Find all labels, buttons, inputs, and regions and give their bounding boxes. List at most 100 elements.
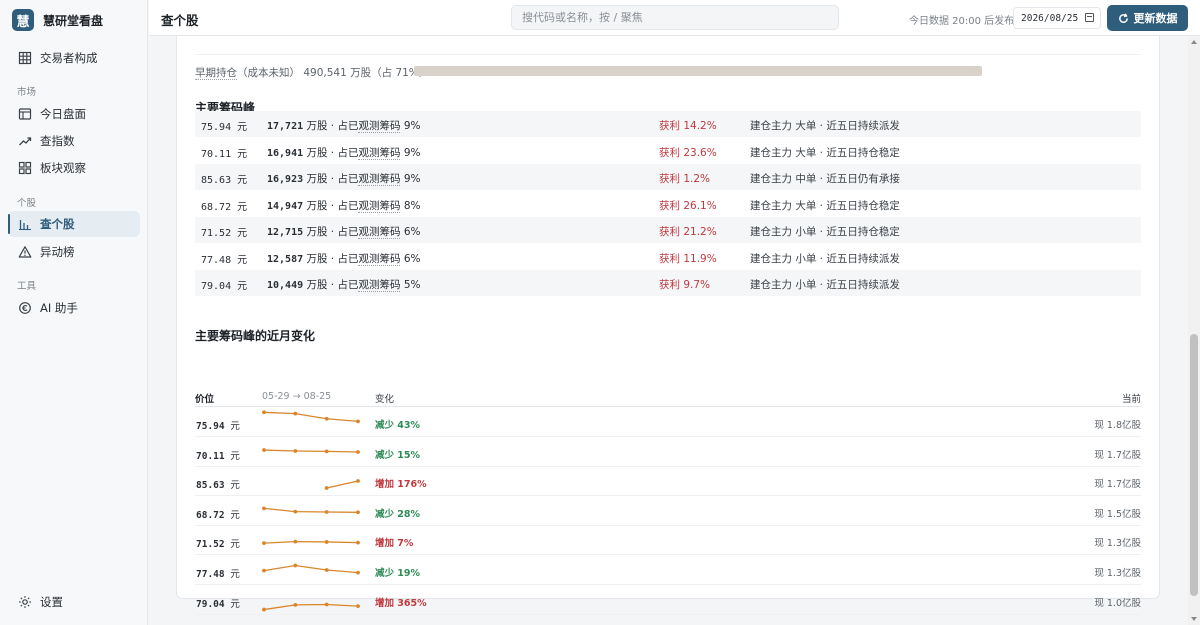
peak-shares: 16,941 万股 · 占已观测筹码 9% xyxy=(267,145,421,160)
sidebar-item-today[interactable]: 今日盘面 xyxy=(8,101,140,127)
change-row: 71.52 元 增加 7% 现 1.3亿股 xyxy=(195,525,1141,556)
trend-point xyxy=(324,449,329,453)
change-price-value: 75.94 xyxy=(196,421,225,432)
sidebar-item-sector[interactable]: 板块观察 xyxy=(8,155,140,181)
peak-price-value: 68.72 xyxy=(201,201,232,213)
scroll-down-arrow[interactable] xyxy=(1191,617,1197,621)
col-price: 价位 xyxy=(195,394,215,405)
peak-price-value: 75.94 xyxy=(201,122,232,133)
blocks-icon xyxy=(18,161,32,175)
peak-price: 79.04 元 xyxy=(201,277,247,292)
peak-row: 75.94 元 17,721 万股 · 占已观测筹码 9% 获利 14.2% 建仓主力… xyxy=(195,111,1141,137)
peak-price-unit: 元 xyxy=(237,201,248,213)
change-price-value: 68.72 xyxy=(196,509,225,521)
change-price-value: 77.48 xyxy=(196,569,225,580)
sidebar-item-settings[interactable]: 设置 xyxy=(8,589,140,615)
peak-pct: 9% xyxy=(403,146,421,159)
peak-shares: 17,721 万股 · 占已观测筹码 9% xyxy=(267,118,421,133)
peak-shares-value: 14,947 xyxy=(267,200,304,212)
sidebar-item-label: 板块观察 xyxy=(40,161,86,175)
divider xyxy=(195,54,1141,55)
trend-line xyxy=(263,411,359,423)
peak-price: 68.72 元 xyxy=(201,198,247,213)
search-input[interactable] xyxy=(511,5,839,30)
change-price-unit: 元 xyxy=(230,539,240,551)
change-value: 减少 43% xyxy=(375,420,421,431)
peak-shares-value: 12,715 xyxy=(267,227,304,238)
sidebar-item-ai[interactable]: AI 助手 xyxy=(8,295,140,321)
refresh-icon xyxy=(1118,12,1128,23)
trend-up-icon xyxy=(19,137,32,146)
peak-shares-unit: 万股 · 占已 xyxy=(306,199,359,212)
page-title: 查个股 xyxy=(161,13,199,28)
trend-point xyxy=(262,607,266,612)
peak-shares-unit: 万股 · 占已 xyxy=(306,252,359,265)
scrollbar[interactable] xyxy=(1188,36,1200,625)
date-picker[interactable]: 2026/08/25 xyxy=(1013,7,1101,29)
early-holdings-bar xyxy=(414,66,982,76)
scroll-up-arrow[interactable] xyxy=(1191,40,1197,44)
peak-price-unit: 元 xyxy=(237,254,248,266)
peak-obs-term: 观测筹码 xyxy=(358,199,401,213)
trend-sparkline xyxy=(262,447,360,454)
change-current: 现 1.7亿股 xyxy=(1094,479,1141,491)
trend-point xyxy=(324,486,329,491)
trend-point xyxy=(262,541,266,546)
trend-line xyxy=(263,541,359,545)
stock-detail-card: 早期持仓（成本未知） 490,541 万股（占 71%） 主要筹码峰 75.94… xyxy=(176,36,1160,615)
change-row: 70.11 元 减少 15% 现 1.7亿股 xyxy=(195,437,1141,467)
change-value: 增加 7% xyxy=(375,538,414,550)
peak-shares: 14,947 万股 · 占已观测筹码 8% xyxy=(267,198,421,213)
change-price-unit: 元 xyxy=(230,450,240,462)
calendar-icon xyxy=(1085,13,1094,22)
trend-point xyxy=(356,570,360,575)
scroll-thumb[interactable] xyxy=(1190,334,1198,596)
sidebar-item-index[interactable]: 查指数 xyxy=(8,128,140,154)
changes-section-title: 主要筹码峰的近月变化 xyxy=(195,329,316,343)
sidebar-item-label: 异动榜 xyxy=(40,245,75,259)
change-value: 减少 15% xyxy=(375,449,421,461)
sidebar-item-traders[interactable]: 交易者构成 xyxy=(8,45,140,71)
change-value: 增加 176% xyxy=(375,479,427,491)
early-holdings-label: 早期持仓 xyxy=(195,67,237,80)
peak-price-value: 71.52 xyxy=(201,228,232,239)
peak-obs-term: 观测筹码 xyxy=(358,146,401,160)
trend-sparkline xyxy=(262,602,360,612)
early-holdings: 早期持仓（成本未知） 490,541 万股（占 71%） xyxy=(195,65,429,80)
change-price-unit: 元 xyxy=(230,421,240,432)
change-row: 85.63 元 增加 176% 现 1.7亿股 xyxy=(195,466,1141,497)
peak-price: 77.48 元 xyxy=(201,251,247,266)
peak-profit: 获利 1.2% xyxy=(659,173,711,185)
peak-obs-term: 观测筹码 xyxy=(358,279,401,292)
peak-shares: 16,923 万股 · 占已观测筹码 9% xyxy=(267,171,421,186)
peak-shares: 12,587 万股 · 占已观测筹码 6% xyxy=(267,251,421,266)
peak-shares-unit: 万股 · 占已 xyxy=(306,173,359,185)
publish-note: 今日数据 20:00 后发布 xyxy=(909,16,1015,27)
trend-point xyxy=(293,540,298,544)
peak-shares-unit: 万股 · 占已 xyxy=(306,226,359,238)
peak-pct: 6% xyxy=(403,252,421,265)
peak-row: 77.48 元 12,587 万股 · 占已观测筹码 6% 获利 11.9% 建仓主力… xyxy=(195,244,1141,270)
sidebar-item-movers[interactable]: 异动榜 xyxy=(8,239,140,265)
peak-row: 68.72 元 14,947 万股 · 占已观测筹码 8% 获利 26.1% 建仓主力… xyxy=(195,191,1141,217)
change-value: 减少 28% xyxy=(375,508,421,520)
trend-point xyxy=(324,602,329,607)
peak-row: 71.52 元 12,715 万股 · 占已观测筹码 6% 获利 21.2% 建仓主力… xyxy=(195,217,1141,243)
peak-shares-value: 17,721 xyxy=(267,121,304,132)
sidebar-item-label: 查个股 xyxy=(40,217,75,231)
peak-profit: 获利 11.9% xyxy=(659,252,717,265)
peak-shares-value: 12,587 xyxy=(267,253,304,265)
changes-table-header: 价位 05-29 → 08-25 变化 当前 xyxy=(195,391,1141,407)
peak-desc: 建仓主力 大单 · 近五日持仓稳定 xyxy=(750,199,900,212)
change-price: 85.63 元 xyxy=(196,477,240,491)
refresh-data-button[interactable]: 更新数据 xyxy=(1107,5,1188,31)
peak-desc: 建仓主力 大单 · 近五日持续派发 xyxy=(750,120,900,132)
change-current: 现 1.3亿股 xyxy=(1094,568,1141,579)
change-current: 现 1.7亿股 xyxy=(1094,449,1141,461)
trend-line xyxy=(326,480,359,489)
nav-group-market: 市场 xyxy=(17,87,37,98)
peak-price: 71.52 元 xyxy=(201,224,247,239)
trend-point xyxy=(356,479,360,484)
sidebar-item-stock[interactable]: 查个股 xyxy=(8,211,140,237)
peak-profit: 获利 23.6% xyxy=(659,146,717,159)
